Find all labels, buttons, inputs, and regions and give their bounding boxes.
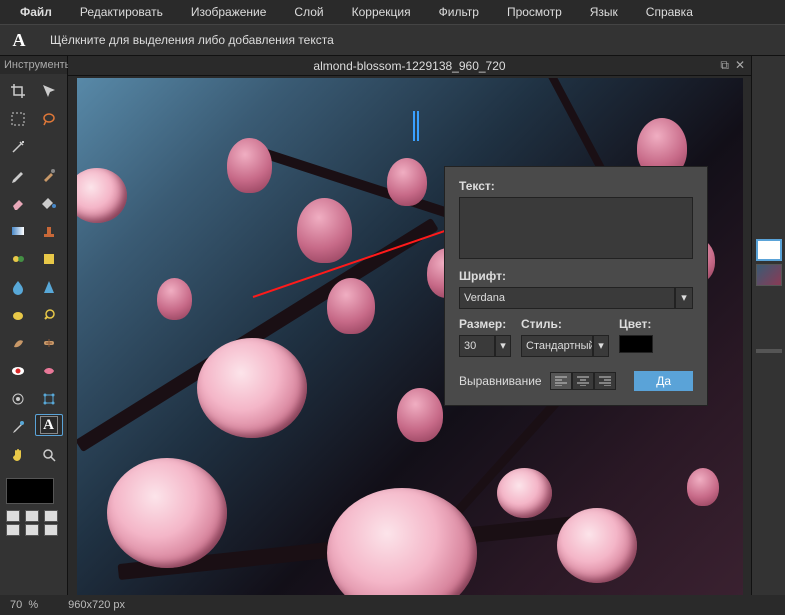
menu-image[interactable]: Изображение [177,1,281,23]
font-select[interactable]: Verdana [459,287,675,309]
font-dropdown-icon[interactable]: ▾ [675,287,693,309]
document-tab-bar: almond-blossom-1229138_960_720 ⧉ ✕ [68,56,751,76]
menu-layer[interactable]: Слой [280,1,337,23]
font-label: Шрифт: [459,269,693,283]
blur-tool[interactable] [4,274,32,300]
eyedropper-tool[interactable] [4,414,32,440]
sponge-tool[interactable] [4,302,32,328]
bucket-tool[interactable] [35,190,63,216]
marquee-tool[interactable] [4,106,32,132]
text-tool[interactable]: A [35,414,63,436]
transform-tool[interactable] [35,386,63,412]
replace-color-tool[interactable] [4,246,32,272]
brush-tool[interactable] [35,162,63,188]
gradient-tool[interactable] [4,218,32,244]
wand-tool[interactable] [4,134,32,160]
style-label: Стиль: [521,317,609,331]
empty-slot-1 [35,134,63,160]
align-left-button[interactable] [550,372,572,390]
text-tool-dialog: Текст: Шрифт: Verdana▾ Размер: 30▾ Стиль… [444,166,708,406]
align-center-button[interactable] [572,372,594,390]
canvas-area[interactable]: Текст: Шрифт: Verdana▾ Размер: 30▾ Стиль… [68,76,751,595]
pencil-tool[interactable] [4,162,32,188]
style-select[interactable]: Стандартный [521,335,593,357]
zoom-tool[interactable] [35,442,63,468]
size-select[interactable]: 30 [459,335,495,357]
align-label: Выравнивание [459,374,542,388]
menu-file[interactable]: Файл [6,1,66,23]
tools-title: Инструменты [0,56,67,74]
tool-hint: Щёлкните для выделения либо добавления т… [50,33,334,47]
move-tool[interactable] [35,78,63,104]
shape-tool[interactable] [35,246,63,272]
heal-tool[interactable] [35,330,63,356]
menu-correction[interactable]: Коррекция [338,1,425,23]
foreground-swatch[interactable] [6,478,54,504]
sharpen-tool[interactable] [35,274,63,300]
image-dims: 960x720 px [68,599,125,611]
menu-filter[interactable]: Фильтр [425,1,493,23]
layers-panel [751,56,785,595]
ok-button[interactable]: Да [634,371,693,391]
layer-thumb-1[interactable] [756,239,782,261]
menu-bar: Файл Редактировать Изображение Слой Корр… [0,0,785,24]
tab-popout-icon[interactable]: ⧉ [720,58,729,73]
stamp-tool[interactable] [35,218,63,244]
text-cursor [413,111,415,141]
align-right-button[interactable] [594,372,616,390]
document-tab-title[interactable]: almond-blossom-1229138_960_720 [313,59,505,73]
tab-close-icon[interactable]: ✕ [735,58,745,73]
zoom-unit: % [28,599,38,611]
active-tool-icon: A [8,29,30,51]
text-label: Текст: [459,179,693,193]
menu-language[interactable]: Язык [576,1,632,23]
status-bar: 70 % 960x720 px [0,595,785,615]
size-label: Размер: [459,317,511,331]
tool-options-bar: A Щёлкните для выделения либо добавления… [0,24,785,56]
tools-panel: Инструменты A [0,56,68,595]
style-dropdown-icon[interactable]: ▾ [593,335,609,357]
panel-divider [756,349,782,353]
clone-tool[interactable] [4,386,32,412]
crop-tool[interactable] [4,78,32,104]
menu-edit[interactable]: Редактировать [66,1,177,23]
menu-view[interactable]: Просмотр [493,1,576,23]
palette-grid[interactable] [6,510,61,536]
menu-help[interactable]: Справка [632,1,707,23]
smudge-tool[interactable] [4,330,32,356]
dodge-tool[interactable] [35,302,63,328]
zoom-value[interactable]: 70 [10,599,22,611]
redeye-tool[interactable] [4,358,32,384]
color-picker[interactable] [619,335,653,353]
lasso-tool[interactable] [35,106,63,132]
text-input[interactable] [459,197,693,259]
size-dropdown-icon[interactable]: ▾ [495,335,511,357]
color-label: Цвет: [619,317,653,331]
layer-thumb-2[interactable] [756,264,782,286]
eraser-tool[interactable] [4,190,32,216]
distort-tool[interactable] [35,358,63,384]
hand-tool[interactable] [4,442,32,468]
